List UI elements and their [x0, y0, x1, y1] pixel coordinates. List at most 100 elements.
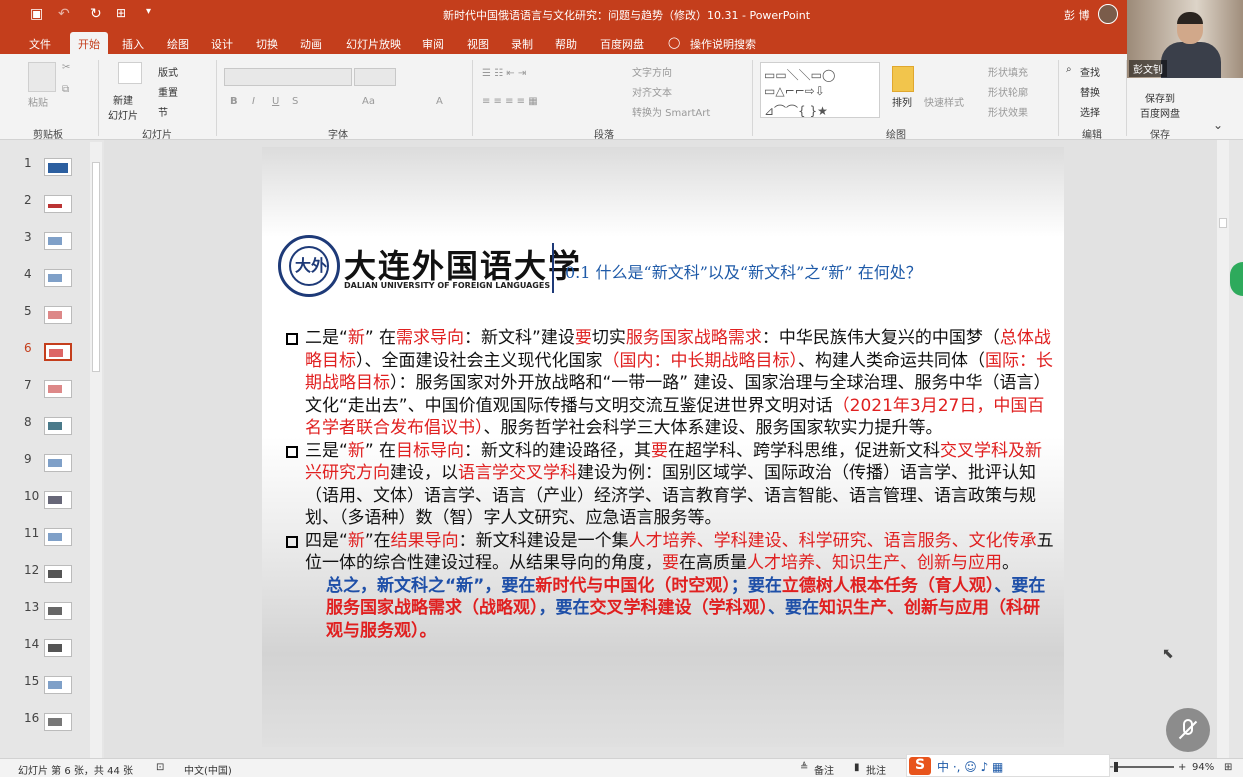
canvas-scrollbar[interactable] [1217, 140, 1229, 758]
change-case-button[interactable]: Aa [362, 96, 375, 107]
search-icon[interactable]: ⌕ [1066, 64, 1072, 75]
find-button[interactable]: 查找 [1080, 64, 1100, 79]
slide-thumbnail[interactable]: 5 [0, 302, 90, 332]
shadow-button[interactable]: S [292, 96, 298, 107]
section-button[interactable]: 节 [158, 104, 168, 119]
arrange-icon[interactable] [892, 66, 914, 92]
font-color-button[interactable]: A [436, 96, 443, 107]
tab-insert[interactable]: 插入 [122, 36, 144, 52]
slide-number: 16 [24, 711, 40, 725]
zoom-slider[interactable] [1114, 762, 1174, 772]
text-run: （国内：中长期战略目标） [602, 350, 799, 371]
arrange-button[interactable]: 排列 [892, 94, 912, 109]
shape-outline-button[interactable]: 形状轮廓 [988, 84, 1028, 99]
slide-thumbnail[interactable]: 10 [0, 487, 90, 517]
sogou-logo-icon[interactable]: S [909, 757, 931, 775]
collapse-ribbon-icon[interactable]: ⌄ [1213, 118, 1223, 132]
new-slide-icon[interactable] [118, 62, 142, 84]
slide-thumbnail-selected[interactable]: 6 [0, 339, 90, 369]
bold-button[interactable]: B [230, 96, 238, 107]
slide-thumbnail[interactable]: 1 [0, 154, 90, 184]
tab-record[interactable]: 录制 [511, 36, 533, 52]
align-text-button[interactable]: 对齐文本 [632, 84, 672, 99]
comments-icon[interactable]: ▮ [854, 762, 860, 773]
thumbnail-image [44, 602, 72, 620]
drawing-group-label: 绘图 [886, 130, 906, 141]
italic-button[interactable]: I [252, 96, 255, 107]
language-indicator[interactable]: 中文(中国) [184, 762, 232, 777]
ime-status[interactable]: 中 ·, ☺ ♪ ▦ [937, 758, 1003, 775]
thumbnails-scrollbar[interactable] [90, 142, 102, 758]
bullets-icon[interactable]: ☰ ☷ ⇤ ⇥ [482, 68, 526, 79]
zoom-slider-thumb[interactable] [1114, 762, 1118, 772]
slide[interactable]: 大外 大连外国语大学 DALIAN UNIVERSITY OF FOREIGN … [262, 147, 1064, 747]
undo-icon[interactable]: ↶ [58, 6, 70, 22]
tab-slideshow[interactable]: 幻灯片放映 [346, 36, 401, 52]
fit-slide-icon[interactable]: ⊞ [1224, 762, 1232, 773]
smartart-button[interactable]: 转换为 SmartArt [632, 104, 710, 119]
tab-view[interactable]: 视图 [467, 36, 489, 52]
select-button[interactable]: 选择 [1080, 104, 1100, 119]
tab-review[interactable]: 审阅 [422, 36, 444, 52]
slide-thumbnail[interactable]: 4 [0, 265, 90, 295]
tab-file[interactable]: 文件 [29, 36, 51, 52]
copy-icon[interactable]: ⧉ [62, 84, 69, 95]
shapes-row-2: ▭△⌐⌐⇨⇩ [764, 84, 825, 98]
tab-transitions[interactable]: 切换 [256, 36, 278, 52]
reset-button[interactable]: 重置 [158, 84, 178, 99]
redo-icon[interactable]: ↻ [90, 6, 102, 22]
scrollbar-thumb[interactable] [92, 162, 100, 372]
save-icon[interactable]: ▣ [30, 6, 43, 22]
slide-thumbnail[interactable]: 15 [0, 672, 90, 702]
shape-effects-button[interactable]: 形状效果 [988, 104, 1028, 119]
quick-styles-button[interactable]: 快速样式 [924, 94, 964, 109]
notes-button[interactable]: 备注 [814, 762, 834, 777]
user-name[interactable]: 彭 博 [1064, 7, 1090, 23]
spellcheck-icon[interactable]: ⊡ [156, 762, 164, 773]
tab-baidu[interactable]: 百度网盘 [600, 36, 644, 52]
zoom-level[interactable]: 94% [1192, 762, 1214, 773]
slide-thumbnail[interactable]: 7 [0, 376, 90, 406]
customize-qat-icon[interactable]: ▾ [146, 6, 151, 17]
user-avatar[interactable] [1098, 4, 1118, 24]
divider [472, 60, 473, 136]
paste-button[interactable]: 粘贴 [28, 94, 48, 109]
slide-thumbnail[interactable]: 2 [0, 191, 90, 221]
side-panel-tab[interactable] [1230, 262, 1243, 296]
text-run: ，要在 [538, 598, 590, 618]
mute-mic-button[interactable] [1166, 708, 1210, 752]
slide-thumbnail[interactable]: 11 [0, 524, 90, 554]
underline-button[interactable]: U [272, 96, 279, 107]
cut-icon[interactable]: ✂ [62, 62, 70, 73]
slide-thumbnail[interactable]: 14 [0, 635, 90, 665]
paste-icon[interactable] [28, 62, 56, 92]
tab-animations[interactable]: 动画 [300, 36, 322, 52]
tab-help[interactable]: 帮助 [555, 36, 577, 52]
notes-icon[interactable]: ≜ [800, 762, 808, 773]
layout-button[interactable]: 版式 [158, 64, 178, 79]
align-icons[interactable]: ≡ ≡ ≡ ≡ ▦ [482, 96, 538, 107]
text-run: 总之，新文科之“新”，要在 [326, 575, 536, 596]
scrollbar-thumb[interactable] [1219, 218, 1227, 228]
font-size-dropdown[interactable] [354, 68, 396, 86]
slide-thumbnail[interactable]: 16 [0, 709, 90, 739]
slide-thumbnail[interactable]: 3 [0, 228, 90, 258]
shape-fill-button[interactable]: 形状填充 [988, 64, 1028, 79]
slide-thumbnail[interactable]: 12 [0, 561, 90, 591]
tell-me-search[interactable]: 操作说明搜索 [690, 36, 756, 52]
tab-draw[interactable]: 绘图 [167, 36, 189, 52]
comments-button[interactable]: 批注 [866, 762, 886, 777]
tab-home[interactable]: 开始 [70, 32, 108, 54]
slide-thumbnail[interactable]: 8 [0, 413, 90, 443]
text-run: 交叉学科建设（学科观） [589, 598, 769, 618]
replace-button[interactable]: 替换 [1080, 84, 1100, 99]
save-baidu-button[interactable]: 保存到 百度网盘 [1140, 90, 1180, 120]
zoom-in-button[interactable]: + [1178, 762, 1186, 773]
text-direction-button[interactable]: 文字方向 [632, 64, 672, 79]
tab-design[interactable]: 设计 [211, 36, 233, 52]
font-name-dropdown[interactable] [224, 68, 352, 86]
present-icon[interactable]: ⊞ [116, 6, 126, 20]
new-slide-button[interactable]: 新建 幻灯片 [108, 92, 138, 122]
slide-thumbnail[interactable]: 9 [0, 450, 90, 480]
slide-thumbnail[interactable]: 13 [0, 598, 90, 628]
